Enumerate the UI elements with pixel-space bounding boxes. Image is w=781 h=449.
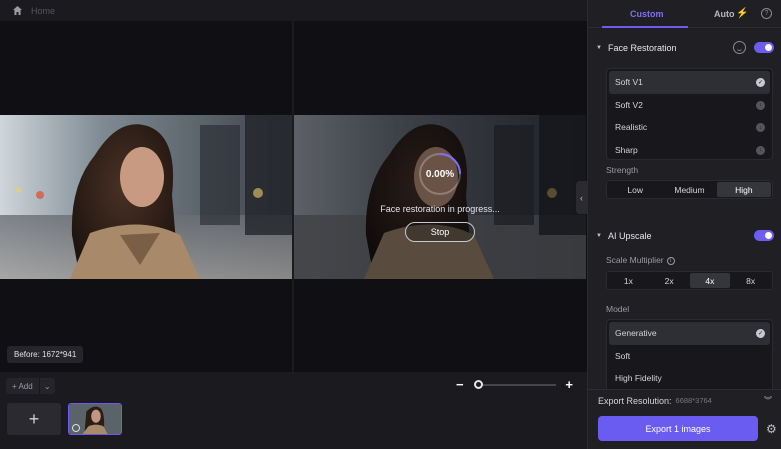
add-dropdown-button[interactable]: ⌄ xyxy=(38,378,55,394)
caret-down-icon: ▼ xyxy=(596,233,602,239)
top-bar: Home xyxy=(0,0,587,21)
download-icon[interactable]: ↓ xyxy=(756,123,765,132)
scale-selector: 1x 2x 4x 8x xyxy=(606,271,773,290)
export-resolution-label: Export Resolution: xyxy=(598,395,672,406)
face-icon[interactable] xyxy=(733,41,746,54)
face-restoration-title: Face Restoration xyxy=(607,43,677,53)
progress-message: Face restoration in progress... xyxy=(380,204,500,214)
zoom-in-button[interactable]: + xyxy=(565,378,573,392)
check-icon: ✓ xyxy=(756,329,765,338)
caret-down-icon: ▼ xyxy=(596,45,602,51)
scale-4x[interactable]: 4x xyxy=(689,273,731,288)
model-label: Model xyxy=(606,304,630,314)
breadcrumb-home[interactable]: Home xyxy=(31,6,55,16)
strength-low[interactable]: Low xyxy=(608,182,662,197)
zoom-out-button[interactable]: − xyxy=(456,378,464,392)
model-high-fidelity[interactable]: High Fidelity xyxy=(609,367,770,390)
before-image xyxy=(0,115,292,279)
export-button[interactable]: Export 1 images xyxy=(598,416,758,441)
active-tab-indicator xyxy=(602,26,688,28)
double-chevron-down-icon[interactable]: ︾ xyxy=(764,395,772,406)
preview-area: 0.00% Face restoration in progress... St… xyxy=(0,21,587,372)
after-image: 0.00% Face restoration in progress... St… xyxy=(294,115,586,279)
progress-ring: 0.00% xyxy=(417,151,463,197)
info-icon[interactable]: i xyxy=(666,256,675,265)
check-icon: ✓ xyxy=(756,78,765,87)
tab-auto[interactable]: Auto xyxy=(714,9,735,19)
model-soft[interactable]: Soft xyxy=(609,345,770,368)
strength-label: Strength xyxy=(606,165,639,175)
upscale-model-list: Generative ✓ Soft High Fidelity xyxy=(606,319,773,389)
face-model-sharp[interactable]: Sharp ↓ xyxy=(609,139,770,162)
progress-percent: 0.00% xyxy=(425,168,455,180)
face-model-realistic[interactable]: Realistic ↓ xyxy=(609,116,770,139)
thumbnail-strip: + Add ⌄ − + + xyxy=(0,372,587,449)
download-icon[interactable]: ↓ xyxy=(756,100,765,110)
chevron-left-icon: ‹ xyxy=(580,192,583,203)
export-resolution[interactable]: Export Resolution: 6688*3764 ︾ xyxy=(588,389,781,411)
export-resolution-value: 6688*3764 xyxy=(675,396,712,405)
add-button[interactable]: + Add xyxy=(6,378,39,394)
before-resolution-badge: Before: 1672*941 xyxy=(7,346,84,363)
face-restoration-toggle[interactable] xyxy=(754,42,774,53)
zoom-slider-handle[interactable] xyxy=(474,380,483,389)
scale-1x[interactable]: 1x xyxy=(608,273,649,288)
help-icon[interactable]: ? xyxy=(761,8,772,19)
stop-button[interactable]: Stop xyxy=(405,222,475,242)
processing-overlay xyxy=(294,115,586,279)
clock-icon xyxy=(72,424,80,432)
mode-tabs: Custom Auto ⚡ ? xyxy=(588,0,781,28)
ai-upscale-toggle[interactable] xyxy=(754,230,774,241)
zoom-control: − + xyxy=(456,378,576,392)
strength-high[interactable]: High xyxy=(716,182,771,197)
collapse-panel-button[interactable]: ‹ xyxy=(576,181,587,214)
ai-upscale-title: AI Upscale xyxy=(607,231,652,241)
gear-icon[interactable]: ⚙ xyxy=(766,422,777,436)
face-restoration-header[interactable]: ▼ Face Restoration xyxy=(596,43,677,53)
bolt-icon: ⚡ xyxy=(736,8,749,19)
settings-panel: Custom Auto ⚡ ? ▼ Face Restoration Soft … xyxy=(587,0,781,449)
zoom-slider-track[interactable] xyxy=(478,384,556,386)
strength-medium[interactable]: Medium xyxy=(662,182,716,197)
scale-2x[interactable]: 2x xyxy=(649,273,690,288)
image-thumbnail[interactable] xyxy=(68,403,122,435)
scale-8x[interactable]: 8x xyxy=(730,273,771,288)
face-model-list: Soft V1 ✓ Soft V2 ↓ Realistic ↓ Sharp ↓ xyxy=(606,68,773,160)
scale-multiplier-label: Scale Multiplier i xyxy=(606,255,675,265)
download-icon[interactable]: ↓ xyxy=(756,145,765,155)
face-model-soft-v1[interactable]: Soft V1 ✓ xyxy=(609,71,770,94)
ai-upscale-header[interactable]: ▼ AI Upscale xyxy=(596,231,651,241)
chevron-down-icon: ⌄ xyxy=(43,381,51,391)
home-icon[interactable] xyxy=(12,5,23,16)
add-image-tile[interactable]: + xyxy=(7,403,61,435)
tab-custom[interactable]: Custom xyxy=(630,9,664,19)
face-model-soft-v2[interactable]: Soft V2 ↓ xyxy=(609,94,770,117)
strength-selector: Low Medium High xyxy=(606,180,773,199)
model-generative[interactable]: Generative ✓ xyxy=(609,322,770,345)
